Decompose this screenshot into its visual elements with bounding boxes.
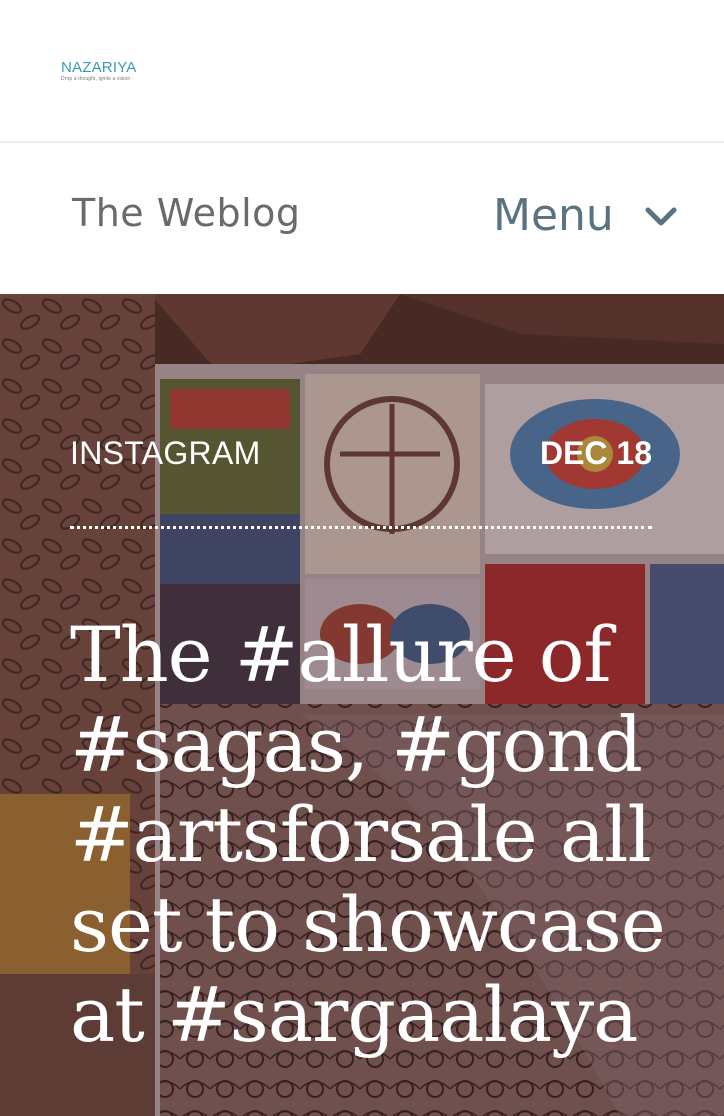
site-header: NAZARIYA Drop a thought, ignite a vision (0, 0, 724, 143)
menu-label: Menu (493, 190, 614, 241)
blog-title[interactable]: The Weblog (72, 191, 301, 235)
logo-tagline: Drop a thought, ignite a vision (61, 76, 131, 82)
site-logo[interactable]: NAZARIYA Drop a thought, ignite a vision (61, 60, 137, 83)
post-category[interactable]: INSTAGRAM (70, 434, 261, 472)
logo-name: NAZARIYA (61, 59, 137, 76)
menu-button[interactable]: Menu (493, 190, 678, 242)
post-title[interactable]: The #allure of #sagas, #gond #artsforsal… (70, 610, 690, 1060)
dotted-divider (70, 526, 652, 529)
post-date: DEC 18 (539, 435, 652, 471)
chevron-down-icon (645, 207, 677, 226)
featured-post[interactable]: INSTAGRAM DEC 18 The #allure of #sagas, … (0, 294, 724, 1116)
